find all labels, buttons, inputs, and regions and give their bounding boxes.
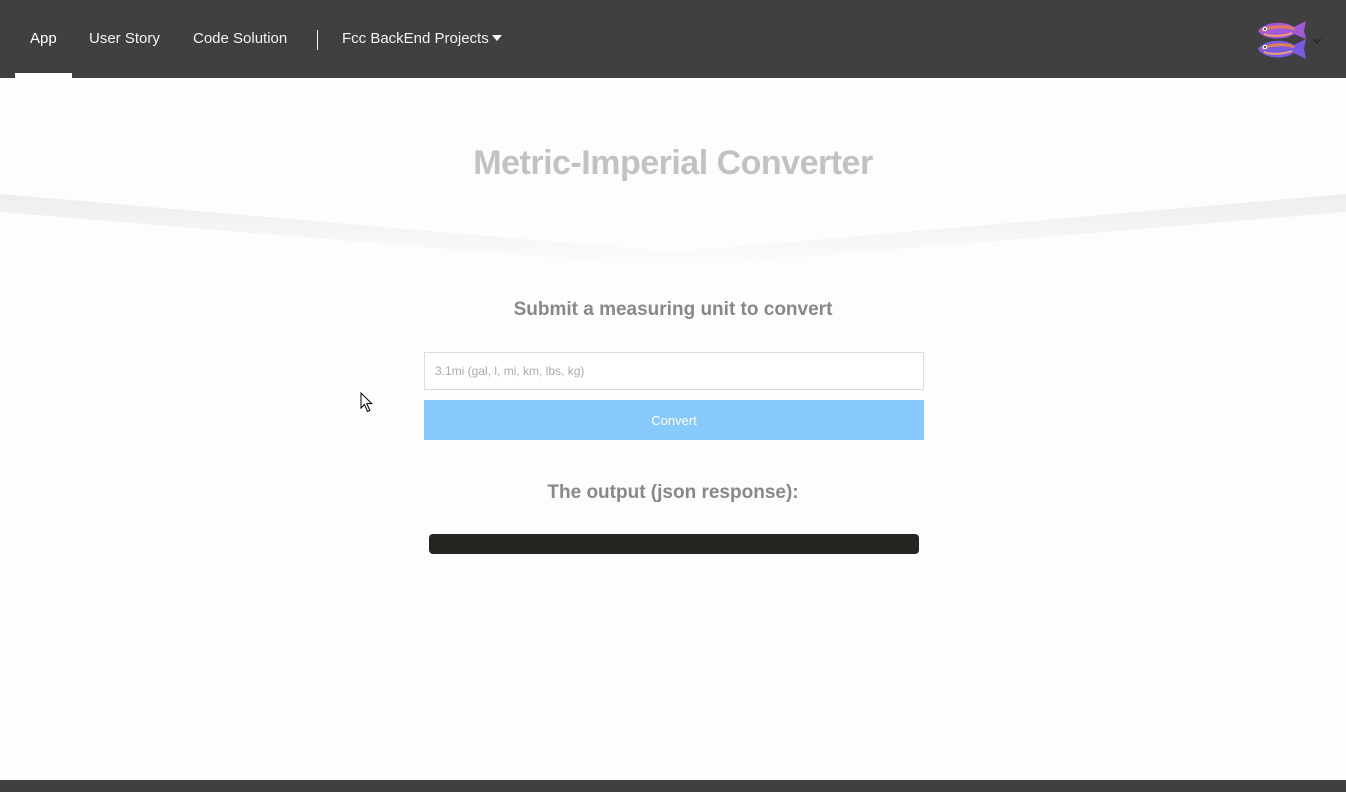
page-footer — [0, 780, 1346, 792]
chevron-down-icon[interactable] — [1311, 34, 1323, 46]
json-output — [429, 534, 919, 554]
mouse-cursor-icon — [360, 391, 374, 414]
nav-projects-dropdown[interactable]: Fcc BackEnd Projects — [342, 0, 502, 78]
form-heading: Submit a measuring unit to convert — [513, 299, 833, 320]
output-heading: The output (json response): — [547, 482, 799, 503]
unit-input[interactable] — [424, 352, 924, 390]
nav-divider — [317, 30, 318, 50]
top-navbar: App User Story Code Solution Fcc BackEnd… — [0, 0, 1346, 78]
nav-projects-label: Fcc BackEnd Projects — [342, 30, 489, 47]
page-title: Metric-Imperial Converter — [473, 144, 873, 182]
nav-item-code-solution[interactable]: Code Solution — [193, 0, 287, 78]
convert-button[interactable]: Convert — [424, 400, 924, 440]
nav-item-user-story[interactable]: User Story — [89, 0, 160, 78]
nav-item-app[interactable]: App — [15, 0, 72, 78]
page-header: Metric-Imperial Converter — [0, 78, 1346, 268]
caret-down-icon — [491, 35, 502, 42]
fish-avatar-icon[interactable] — [1254, 19, 1308, 61]
